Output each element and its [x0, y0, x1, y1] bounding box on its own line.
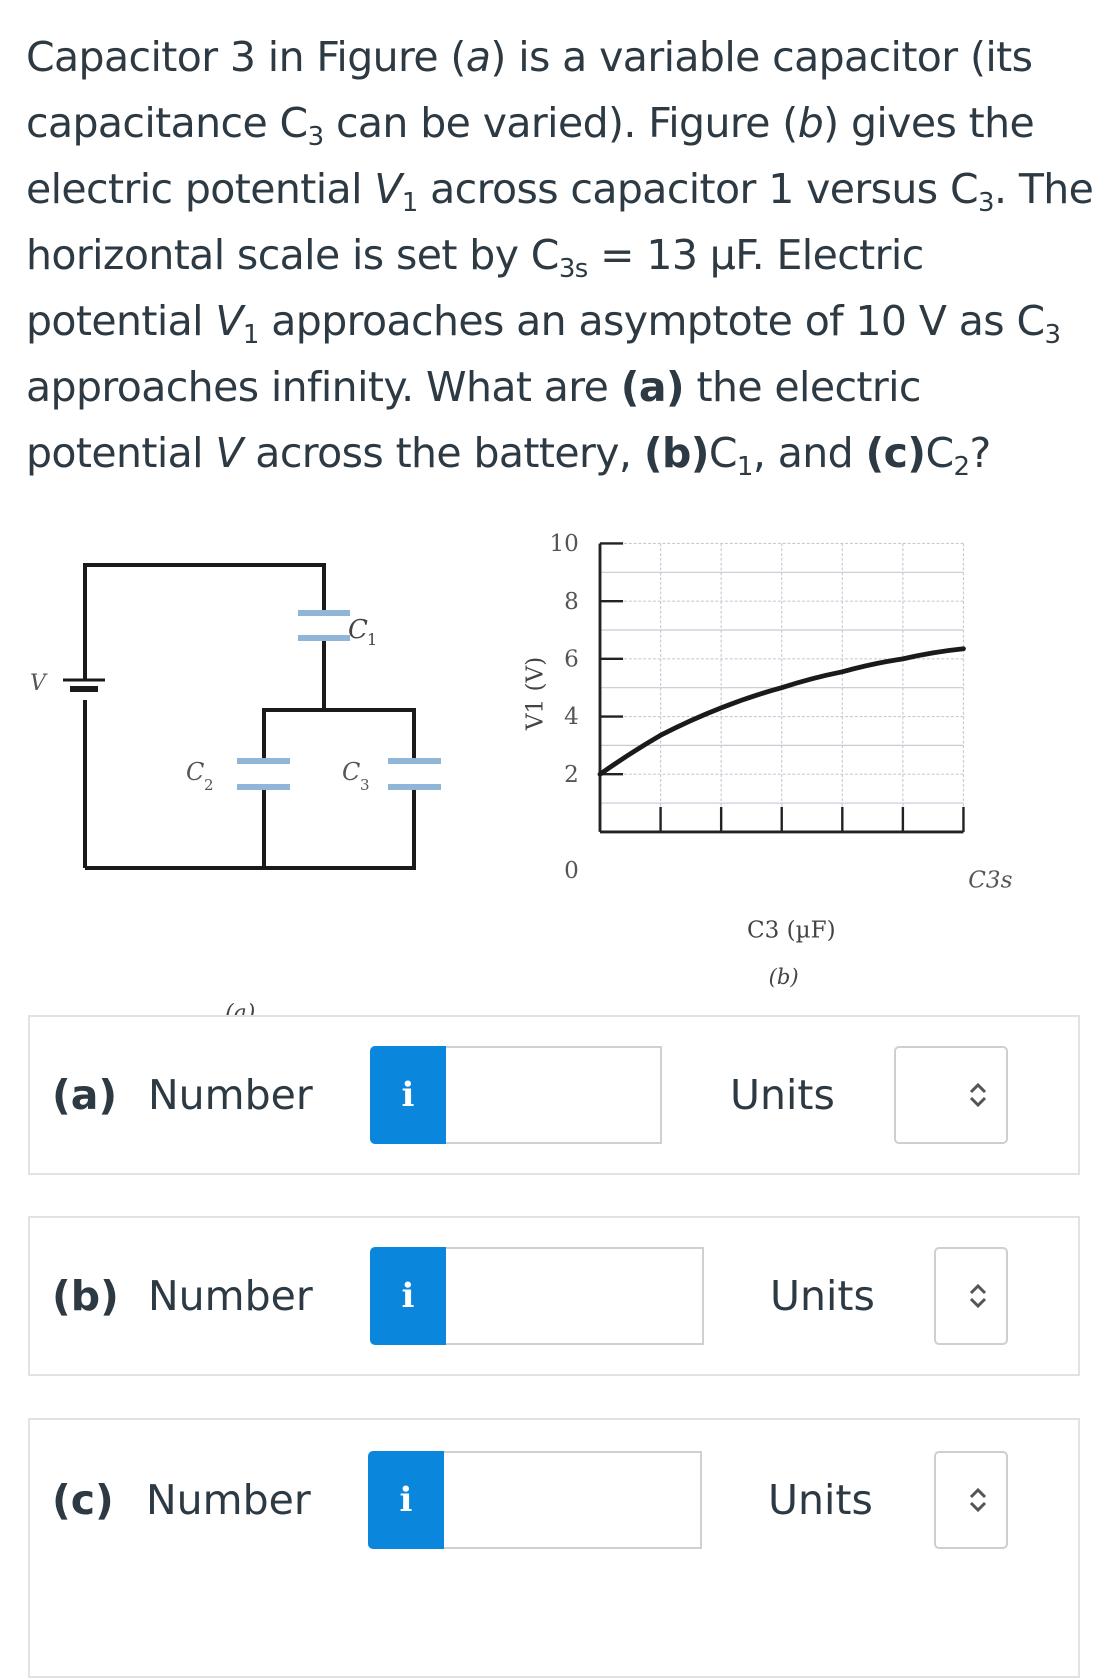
y-tick-label: 0 [564, 858, 579, 884]
c2-plate-top [237, 758, 290, 764]
number-label: Number [146, 1476, 311, 1524]
info-icon: i [402, 1276, 415, 1316]
y-tick-label: 2 [564, 762, 579, 788]
chevron-up-down-icon [968, 1485, 988, 1515]
info-button[interactable]: i [368, 1451, 444, 1549]
units-label: Units [770, 1272, 875, 1320]
figure-b-chart: 0 2 4 6 8 10 C3s V1 (V) C3 (µF) (b) [520, 530, 1080, 1030]
units-select-a[interactable] [894, 1046, 1008, 1144]
c1-subscript: 1 [367, 630, 377, 649]
y-tick-label: 10 [549, 531, 578, 557]
part-label: (a) [52, 1071, 117, 1119]
battery-label: V [30, 671, 48, 696]
figure-b-caption: (b) [769, 964, 799, 989]
units-label: Units [768, 1476, 873, 1524]
x-tick-label-c3s: C3s [968, 868, 1012, 894]
part-label: (c) [52, 1476, 114, 1524]
chart-ticks: 0 2 4 6 8 10 C3s [549, 531, 1012, 894]
c2-subscript: 2 [204, 776, 214, 794]
chart-svg: 0 2 4 6 8 10 C3s V1 (V) C3 (µF) (b) [520, 530, 1080, 1030]
number-input-a[interactable] [446, 1048, 660, 1142]
c3-label: C [342, 758, 360, 786]
y-axis-label: V1 (V) [522, 657, 548, 731]
answer-row-b: (b) Number i Units [28, 1216, 1080, 1376]
number-label: Number [148, 1071, 313, 1119]
c3-plate-bottom [388, 784, 441, 790]
answer-row-c: (c) Number i Units [28, 1418, 1080, 1678]
info-button[interactable]: i [370, 1247, 446, 1345]
c1-plate-bottom [298, 635, 350, 641]
number-input-wrapper [446, 1046, 662, 1144]
units-label: Units [730, 1071, 835, 1119]
c3-subscript: 3 [360, 776, 370, 794]
units-select-c[interactable] [934, 1451, 1008, 1549]
c1-label: C [348, 615, 368, 645]
y-tick-label: 6 [564, 647, 579, 673]
number-input-b[interactable] [446, 1249, 702, 1343]
circuit-diagram: V C 1 C 2 C 3 (a) [30, 540, 470, 1040]
number-input-wrapper [444, 1451, 702, 1549]
answer-row-a: (a) Number i Units [28, 1015, 1080, 1175]
x-axis-label: C3 (µF) [747, 918, 836, 944]
c2-plate-bottom [237, 784, 290, 790]
c2-label: C [186, 758, 204, 786]
info-button[interactable]: i [370, 1046, 446, 1144]
c3-plate-top [388, 758, 441, 764]
number-input-c[interactable] [444, 1453, 700, 1547]
info-icon: i [400, 1480, 413, 1520]
wire-branch-top [264, 710, 414, 758]
number-input-wrapper [446, 1247, 704, 1345]
chevron-up-down-icon [968, 1281, 988, 1311]
wire-c2-bottom [85, 788, 264, 868]
circuit-wires [85, 565, 414, 868]
info-icon: i [402, 1075, 415, 1115]
question-text: Capacitor 3 in Figure (a) is a variable … [26, 24, 1096, 486]
y-tick-label: 4 [564, 704, 579, 730]
figure-a-circuit: V C 1 C 2 C 3 (a) [30, 540, 470, 1040]
chevron-up-down-icon [968, 1080, 988, 1110]
c1-plate-top [298, 610, 350, 616]
units-select-b[interactable] [934, 1247, 1008, 1345]
wire-c3-bottom [264, 788, 414, 868]
wire-top [85, 565, 324, 680]
y-tick-label: 8 [564, 589, 579, 615]
part-label: (b) [52, 1272, 119, 1320]
number-label: Number [148, 1272, 313, 1320]
